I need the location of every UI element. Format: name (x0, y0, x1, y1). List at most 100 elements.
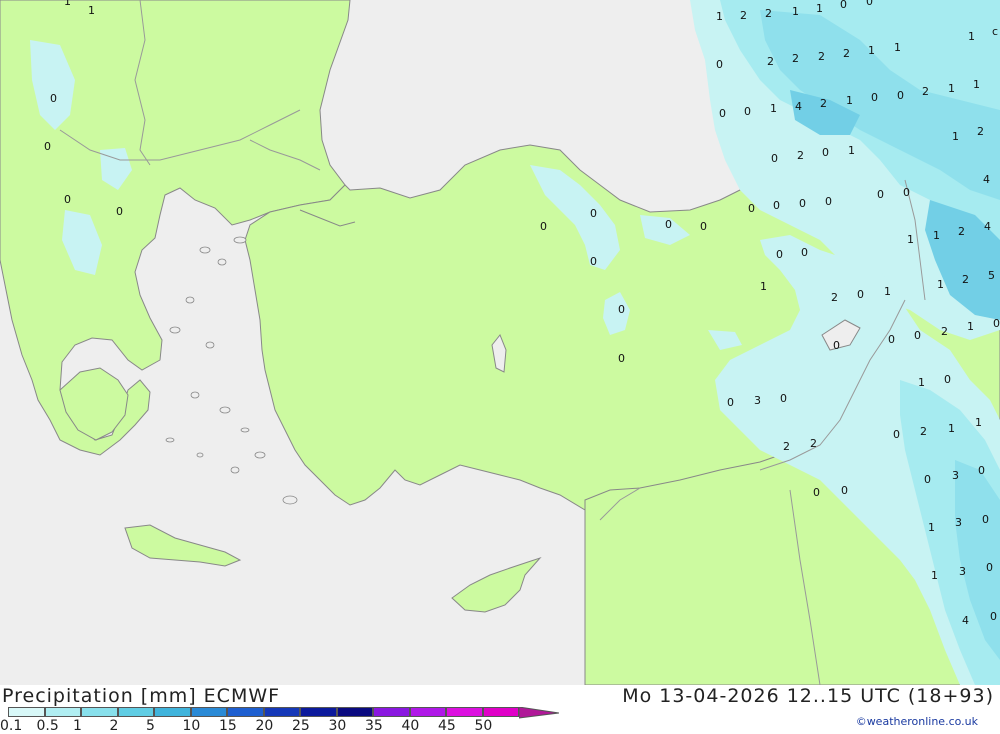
scale-swatch (227, 707, 264, 717)
value-label: 0 (993, 317, 1000, 330)
value-label: 1 (846, 94, 853, 107)
value-label: 0 (748, 202, 755, 215)
value-label: 0 (833, 339, 840, 352)
value-label: 0 (590, 255, 597, 268)
value-label: 1 (907, 233, 914, 246)
scale-tick-label: 25 (292, 718, 310, 734)
value-label: 0 (825, 195, 832, 208)
scale-swatch (263, 707, 300, 717)
value-label: 1 (975, 416, 982, 429)
value-label: 2 (941, 325, 948, 338)
precipitation-map: 1 1 1 2 2 1 1 0 0 1 c 0 2 2 2 2 1 1 0 0 … (0, 0, 1000, 686)
value-label: 0 (893, 428, 900, 441)
value-label: 2 (765, 7, 772, 20)
value-label: 3 (955, 516, 962, 529)
value-label: 0 (871, 91, 878, 104)
scale-tick-label: 5 (146, 718, 155, 734)
scale-swatch (117, 707, 154, 717)
value-label: 4 (983, 173, 990, 186)
value-label: 2 (962, 273, 969, 286)
value-label: 0 (665, 218, 672, 231)
value-label: 0 (618, 303, 625, 316)
value-label: 0 (924, 473, 931, 486)
value-label: 4 (984, 220, 991, 233)
value-label: 0 (822, 146, 829, 159)
scale-swatch (154, 707, 191, 717)
value-label: c (992, 25, 998, 38)
value-label: 3 (754, 394, 761, 407)
value-label: 0 (813, 486, 820, 499)
value-label: 2 (977, 125, 984, 138)
scale-tick-label: 0.1 (0, 718, 23, 734)
value-label: 1 (792, 5, 799, 18)
product-title: Precipitation [mm] ECMWF (2, 685, 281, 707)
scale-tick-label: 2 (109, 718, 119, 734)
value-label: 2 (767, 55, 774, 68)
value-label: 2 (843, 47, 850, 60)
value-label: 0 (716, 58, 723, 71)
value-label: 1 (88, 4, 95, 17)
scale-swatch (8, 707, 45, 717)
value-label: 0 (780, 392, 787, 405)
scale-tick-label: 30 (328, 718, 347, 734)
value-label: 0 (801, 246, 808, 259)
color-scale-legend: 0.1 0.5 1 2 5 10 15 20 25 30 35 40 45 50 (0, 707, 559, 734)
value-label: 0 (771, 152, 778, 165)
value-label: 0 (914, 329, 921, 342)
value-label: 0 (978, 464, 985, 477)
value-label: 1 (937, 278, 944, 291)
value-label: 1 (894, 41, 901, 54)
value-label: 2 (958, 225, 965, 238)
scale-arrow-icon (519, 707, 559, 719)
value-label: 0 (719, 107, 726, 120)
value-label: 0 (990, 610, 997, 623)
scale-tick-label: 20 (255, 718, 274, 734)
value-label: 1 (760, 280, 767, 293)
value-label: 0 (776, 248, 783, 261)
value-label: 1 (948, 422, 955, 435)
scale-tick-label: 10 (182, 718, 201, 734)
value-label: 0 (982, 513, 989, 526)
value-label: 0 (64, 193, 71, 206)
value-label: 1 (884, 285, 891, 298)
value-label: 5 (988, 269, 995, 282)
value-label: 1 (716, 10, 723, 23)
credit-link[interactable]: ©weatheronline.co.uk (856, 715, 978, 728)
value-label: 2 (792, 52, 799, 65)
value-label: 2 (783, 440, 790, 453)
scale-tick-label: 40 (401, 718, 420, 734)
scale-swatch (190, 707, 227, 717)
value-label: 2 (920, 425, 927, 438)
value-label: 4 (962, 614, 969, 627)
footer: Precipitation [mm] ECMWF Mo 13-04-2026 1… (0, 685, 1000, 734)
value-label: 4 (795, 100, 802, 113)
value-label: 2 (831, 291, 838, 304)
value-label: 1 (918, 376, 925, 389)
map-canvas: 1 1 1 2 2 1 1 0 0 1 c 0 2 2 2 2 1 1 0 0 … (0, 0, 1000, 686)
value-label: 3 (952, 469, 959, 482)
value-label: 0 (727, 396, 734, 409)
value-label: 1 (968, 30, 975, 43)
value-label: 0 (944, 373, 951, 386)
scale-tick-label: 15 (219, 718, 237, 734)
value-label: 1 (868, 44, 875, 57)
value-label: 0 (618, 352, 625, 365)
value-label: 1 (848, 144, 855, 157)
value-label: 0 (986, 561, 993, 574)
value-label: 2 (797, 149, 804, 162)
scale-swatch (336, 707, 373, 717)
value-label: 0 (590, 207, 597, 220)
value-label: 0 (903, 186, 910, 199)
value-label: 1 (64, 0, 71, 8)
value-label: 0 (877, 188, 884, 201)
value-label: 0 (857, 288, 864, 301)
value-label: 2 (740, 9, 747, 22)
value-label: 2 (820, 97, 827, 110)
value-label: 0 (866, 0, 873, 8)
scale-swatch (409, 707, 446, 717)
scale-swatch (44, 707, 81, 717)
value-label: 1 (967, 320, 974, 333)
value-label: 0 (841, 484, 848, 497)
scale-tick-label: 35 (365, 718, 383, 734)
value-label: 0 (50, 92, 57, 105)
